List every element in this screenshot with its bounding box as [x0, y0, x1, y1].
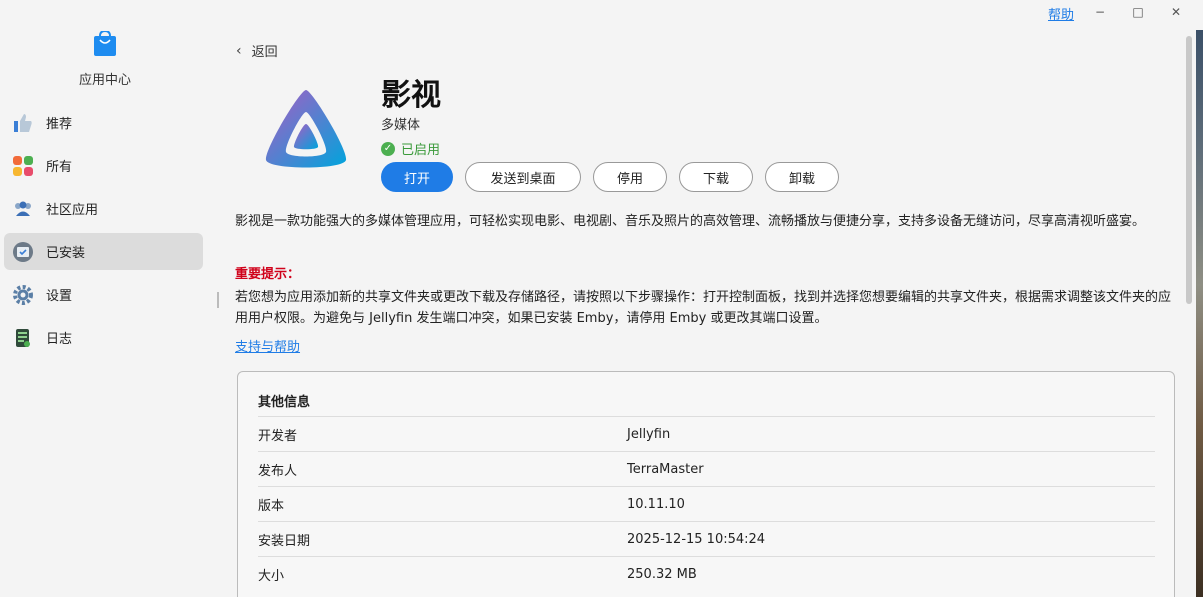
info-key: 安装日期: [258, 533, 311, 549]
sidebar-item-label: 所有: [46, 160, 73, 175]
sidebar-item-settings[interactable]: 设置: [4, 276, 203, 313]
info-key: 发布人: [258, 463, 298, 479]
sidebar: 应用中心 推荐 所有 社区应用 已安装 设置 日志: [0, 0, 210, 597]
support-link[interactable]: 支持与帮助: [235, 336, 300, 355]
scrollbar-thumb[interactable]: [1186, 36, 1192, 304]
installed-icon: [12, 241, 34, 263]
info-value: Jellyfin: [627, 426, 671, 442]
sidebar-resize-handle[interactable]: [217, 292, 219, 308]
back-button[interactable]: ‹ 返回: [236, 41, 278, 61]
sidebar-item-recommend[interactable]: 推荐: [4, 104, 203, 141]
gear-icon: [12, 284, 34, 306]
send-to-desktop-button[interactable]: 发送到桌面: [465, 162, 581, 192]
table-row: 版本 10.11.10: [258, 486, 1155, 521]
sidebar-item-installed[interactable]: 已安装: [4, 233, 203, 270]
app-center-logo-icon: [93, 29, 117, 57]
table-row: 发布人 TerraMaster: [258, 451, 1155, 486]
log-icon: [12, 327, 34, 349]
sidebar-item-label: 已安装: [46, 246, 86, 261]
check-circle-icon: ✓: [381, 141, 395, 156]
people-icon: [12, 198, 34, 220]
table-row: 安装日期 2025-12-15 10:54:24: [258, 521, 1155, 556]
info-key: 开发者: [258, 428, 298, 444]
app-description: 影视是一款功能强大的多媒体管理应用，可轻松实现电影、电视剧、音乐及照片的高效管理…: [235, 214, 1146, 229]
open-button[interactable]: 打开: [381, 162, 453, 192]
sidebar-item-all[interactable]: 所有: [4, 147, 203, 184]
disable-button[interactable]: 停用: [593, 162, 667, 192]
info-value: 250.32 MB: [627, 566, 697, 582]
maximize-button[interactable]: □: [1128, 2, 1148, 22]
info-key: 版本: [258, 498, 285, 514]
grid-apps-icon: [12, 155, 34, 177]
sidebar-item-log[interactable]: 日志: [4, 319, 203, 356]
jellyfin-app-icon: [262, 88, 350, 174]
info-value: TerraMaster: [627, 461, 704, 477]
table-row: 开发者 Jellyfin: [258, 416, 1155, 451]
minimize-button[interactable]: −: [1090, 2, 1110, 22]
help-link[interactable]: 帮助: [1048, 4, 1074, 23]
close-button[interactable]: ✕: [1166, 2, 1186, 22]
sidebar-item-label: 日志: [46, 332, 73, 347]
thumbs-up-icon: [12, 112, 34, 134]
info-value: 10.11.10: [627, 496, 685, 512]
notice-title: 重要提示：: [235, 267, 301, 282]
other-info-panel: 其他信息 开发者 Jellyfin 发布人 TerraMaster 版本 10.…: [237, 371, 1175, 597]
download-button[interactable]: 下载: [679, 162, 753, 192]
app-category: 多媒体: [381, 118, 421, 133]
sidebar-item-label: 设置: [46, 289, 73, 304]
desktop-background-strip: [1196, 30, 1203, 597]
chevron-left-icon: ‹: [236, 42, 242, 59]
sidebar-item-label: 社区应用: [46, 203, 99, 218]
info-value: 2025-12-15 10:54:24: [627, 531, 766, 547]
table-row: 大小 250.32 MB: [258, 556, 1155, 591]
info-key: 大小: [258, 568, 285, 584]
app-center-title: 应用中心: [78, 73, 131, 88]
sidebar-item-community[interactable]: 社区应用: [4, 190, 203, 227]
status-label: 已启用: [401, 143, 441, 158]
status-badge: ✓ 已启用: [381, 139, 440, 158]
uninstall-button[interactable]: 卸载: [765, 162, 839, 192]
back-label: 返回: [251, 45, 278, 60]
sidebar-item-label: 推荐: [46, 117, 73, 132]
app-title: 影视: [381, 78, 441, 113]
info-title: 其他信息: [258, 395, 311, 410]
notice-text: 若您想为应用添加新的共享文件夹或更改下载及存储路径，请按照以下步骤操作：打开控制…: [235, 290, 1172, 326]
